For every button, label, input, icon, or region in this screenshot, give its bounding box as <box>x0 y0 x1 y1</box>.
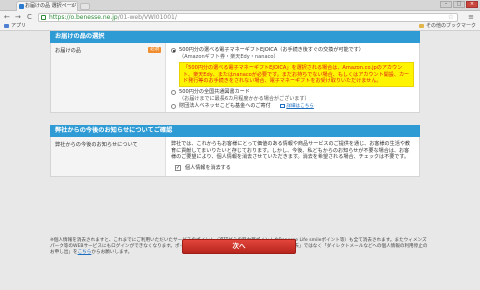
bookmark-apps[interactable]: アプリ <box>4 23 26 30</box>
option-ejoica[interactable]: 500円分の選べる電子マネーギフトEJOICA（お手続き後すぐの交換が可能です）… <box>171 47 414 60</box>
maximize-button[interactable]: □ <box>453 1 465 8</box>
option-tosho-title: 500円分の全国共通図書カード <box>179 89 250 96</box>
folder-icon <box>418 24 424 28</box>
bookmarks-bar: アプリ その他のブックマーク <box>0 23 480 31</box>
required-badge: 必須 <box>148 47 161 53</box>
details-link-label: 詳細はこちら <box>286 103 314 109</box>
apps-grid-icon <box>4 24 9 28</box>
option-tosho-card[interactable]: 500円分の全国共通図書カード （お届けまでに最長6カ月程度かかる場合がございま… <box>171 89 414 102</box>
bookmark-apps-label: アプリ <box>11 23 27 29</box>
tab-title: お届けの品 選択ページ <box>25 3 77 9</box>
radio-ejoica[interactable] <box>171 48 176 53</box>
browser-menu-icon[interactable]: ≡ <box>468 13 474 21</box>
bookmark-other-label: その他のブックマーク <box>425 23 476 29</box>
browser-toolbar: ← → C https://o.benesse.ne.jp/01-web/VWI… <box>0 11 480 23</box>
address-bar[interactable]: https://o.benesse.ne.jp/01-web/VWI01001/ <box>38 13 458 22</box>
external-window-icon <box>280 103 286 108</box>
footnote-link[interactable]: こちら <box>78 250 92 255</box>
forward-button[interactable]: → <box>15 13 21 21</box>
delete-info-checkbox[interactable]: ✓ <box>175 164 181 171</box>
tab-close-icon[interactable]: × <box>71 2 75 11</box>
option-donation[interactable]: 財団法人ベネッセこども基金へのご寄付 詳細はこちら <box>171 103 414 111</box>
back-button[interactable]: ← <box>4 13 10 21</box>
gift-label: お届けの品 <box>55 48 81 54</box>
browser-tab[interactable]: お届けの品 選択ページ × <box>16 1 78 11</box>
benesse-favicon-icon <box>19 4 24 9</box>
new-tab-button[interactable] <box>80 3 90 10</box>
footnote-tail: からお願いします。 <box>91 250 133 255</box>
details-link[interactable]: 詳細はこちら <box>280 103 314 109</box>
gift-section-header: お届けの品の選択 <box>50 31 420 43</box>
url-path: /01-web/VWI01001/ <box>117 14 177 21</box>
info-section-table: 弊社からの今後のお知らせについて 弊社では、これからもお客様にとって価値のある情… <box>50 137 420 177</box>
window-controls: – □ × <box>440 1 478 8</box>
gift-section-table: お届けの品 必須 500円分の選べる電子マネーギフトEJOICA（お手続き後すぐ… <box>50 43 420 114</box>
reload-button[interactable]: C <box>27 13 32 21</box>
minimize-button[interactable]: – <box>440 1 452 8</box>
close-window-button[interactable]: × <box>466 1 478 8</box>
info-section-header: 弊社からの今後のお知らせについてご確認 <box>50 125 420 138</box>
url-host: https://o.benesse.ne.jp <box>49 14 118 21</box>
info-body-cell: 弊社では、これからもお客様にとって価値のある情報や商品サービスのご提供を通じ、お… <box>166 137 419 175</box>
delete-info-label: 個人情報を消去する <box>185 164 231 171</box>
tab-strip: お届けの品 選択ページ × – □ × <box>0 0 480 11</box>
info-body-text: 弊社では、これからもお客様にとって価値のある情報や商品サービスのご提供を通じ、お… <box>171 141 411 161</box>
option-donation-title: 財団法人ベネッセこども基金へのご寄付 <box>179 102 271 109</box>
info-label: 弊社からの今後のお知らせについて <box>55 142 138 149</box>
radio-tosho-card[interactable] <box>171 90 176 96</box>
option-ejoica-sub: （Amazonギフト券・楽天Edy・nanaco） <box>179 53 279 60</box>
option-ejoica-title: 500円分の選べる電子マネーギフトEJOICA（お手続き後すぐの交換が可能です） <box>179 47 364 53</box>
lock-icon <box>41 15 46 20</box>
bookmark-star-icon[interactable]: ☆ <box>448 13 454 21</box>
bookmark-other[interactable]: その他のブックマーク <box>418 23 476 30</box>
option-tosho-sub: （お届けまでに最長6カ月程度かかる場合がございます） <box>179 96 310 102</box>
form-container: お届けの品の選択 お届けの品 必須 500円分の選べる電子マネーギフトEJOIC… <box>50 31 420 177</box>
next-button[interactable]: 次へ <box>182 239 296 254</box>
radio-donation[interactable] <box>171 103 176 109</box>
ejoica-notice: 「500円分の選べる電子マネーギフトEJOICA」を選択される場合は、Amazo… <box>179 62 414 88</box>
info-label-cell: 弊社からの今後のお知らせについて <box>51 137 166 176</box>
delete-info-option[interactable]: ✓ 個人情報を消去する <box>175 164 414 172</box>
gift-options: 500円分の選べる電子マネーギフトEJOICA（お手続き後すぐの交換が可能です）… <box>166 43 419 112</box>
gift-label-cell: お届けの品 必須 <box>51 43 166 113</box>
